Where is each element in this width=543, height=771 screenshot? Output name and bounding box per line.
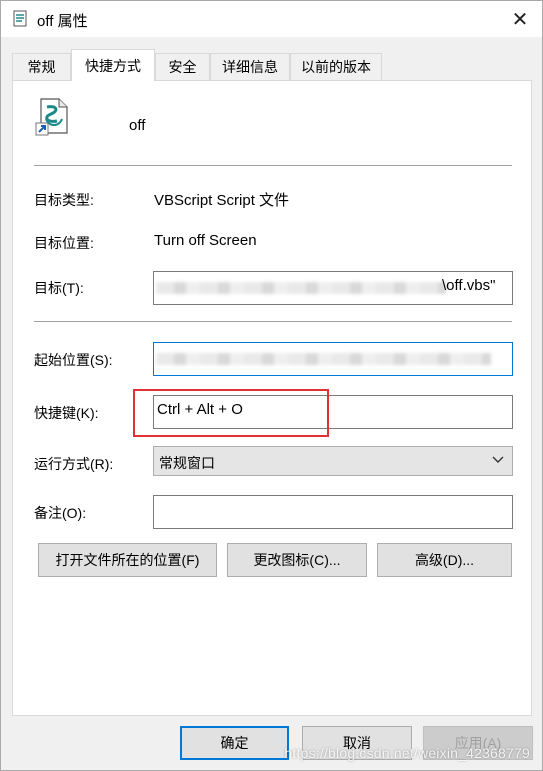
close-button[interactable]: ✕: [502, 3, 538, 35]
tab-strip: 常规 快捷方式 安全 详细信息 以前的版本: [12, 49, 532, 81]
hotkey-highlight-box: [133, 389, 329, 437]
tab-details[interactable]: 详细信息: [210, 53, 290, 80]
target-type-value: VBScript Script 文件: [154, 192, 290, 209]
file-name: off: [129, 117, 146, 134]
chevron-down-icon: [492, 456, 504, 463]
close-icon: ✕: [511, 8, 529, 31]
watermark: https://blog.csdn.net/weixin_42368779: [284, 745, 530, 761]
change-icon-button[interactable]: 更改图标(C)...: [227, 543, 367, 577]
redacted-path: [156, 353, 491, 365]
run-select[interactable]: 常规窗口: [153, 446, 513, 476]
window-title: off 属性: [37, 13, 88, 30]
shortcut-panel: off 目标类型: VBScript Script 文件 目标位置: Turn …: [12, 80, 532, 716]
comment-field[interactable]: [153, 495, 513, 529]
title-bar[interactable]: off 属性 ✕: [1, 1, 542, 37]
target-type-label: 目标类型:: [34, 192, 94, 208]
start-in-field[interactable]: [153, 342, 513, 376]
target-value: \off.vbs": [442, 277, 496, 294]
comment-label: 备注(O):: [34, 505, 87, 521]
target-location-label: 目标位置:: [34, 235, 94, 251]
redacted-path: [156, 282, 446, 294]
divider: [34, 165, 512, 166]
properties-dialog: off 属性 ✕ 常规 快捷方式 安全 详细信息 以前的版本 off 目标类型:…: [0, 0, 543, 771]
tab-previous-versions[interactable]: 以前的版本: [290, 53, 382, 80]
start-in-label: 起始位置(S):: [34, 352, 113, 368]
advanced-button[interactable]: 高级(D)...: [377, 543, 512, 577]
open-file-location-button[interactable]: 打开文件所在的位置(F): [38, 543, 217, 577]
divider: [34, 321, 512, 322]
script-file-icon: [13, 10, 27, 27]
run-label: 运行方式(R):: [34, 456, 114, 472]
vbscript-shortcut-icon: [35, 98, 68, 136]
tab-general[interactable]: 常规: [12, 53, 71, 80]
tab-security[interactable]: 安全: [155, 53, 210, 80]
target-field[interactable]: \off.vbs": [153, 271, 513, 305]
target-location-value: Turn off Screen: [154, 232, 257, 249]
hotkey-label: 快捷键(K):: [34, 405, 99, 421]
run-value: 常规窗口: [159, 455, 215, 471]
tab-shortcut[interactable]: 快捷方式: [71, 49, 155, 81]
target-label: 目标(T):: [34, 280, 84, 296]
ok-button[interactable]: 确定: [180, 726, 289, 760]
